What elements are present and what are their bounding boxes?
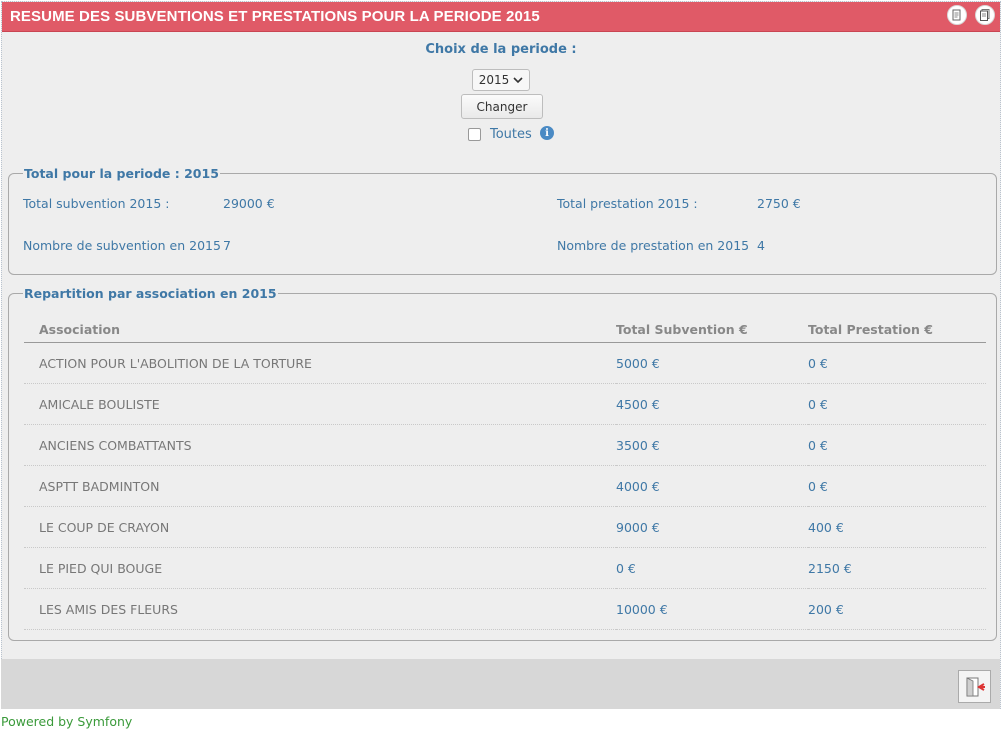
all-periods-checkbox[interactable] [468, 127, 481, 141]
total-subvention-value: 29000 € [223, 196, 275, 211]
all-periods-label[interactable]: Toutes [490, 127, 532, 142]
subvention-cell: 4500 € [616, 383, 808, 425]
periode-label: Choix de la periode : [425, 42, 577, 57]
association-cell: ASPTT BADMINTON [24, 465, 616, 507]
table-row: ACTION POUR L'ABOLITION DE LA TORTURE 50… [24, 342, 986, 384]
table-row: LES AMIS DES FLEURS 10000 € 200 € [24, 588, 986, 630]
summary-window: RESUME DES SUBVENTIONS ET PRESTATIONS PO… [1, 1, 1001, 709]
info-icon[interactable]: i [540, 126, 554, 140]
pdf-export-button[interactable] [947, 5, 967, 25]
prestation-cell: 2150 € [808, 547, 986, 589]
print-button[interactable] [975, 5, 995, 25]
table-row: LE PIED QUI BOUGE 0 € 2150 € [24, 547, 986, 589]
repartition-table: Association Total Subvention € Total Pre… [24, 316, 986, 630]
change-button[interactable]: Changer [461, 94, 543, 119]
table-header-row: Association Total Subvention € Total Pre… [24, 316, 986, 343]
pdf-export-icon [952, 9, 961, 21]
nb-subvention-value: 7 [223, 238, 231, 253]
nb-prestation-value: 4 [757, 238, 765, 253]
nb-prestation-label: Nombre de prestation en 2015 [557, 238, 750, 253]
total-subvention-label: Total subvention 2015 : [23, 196, 170, 211]
prestation-cell: 400 € [808, 506, 986, 548]
prestation-cell: 0 € [808, 465, 986, 507]
association-cell: ACTION POUR L'ABOLITION DE LA TORTURE [24, 342, 616, 384]
all-periods-option: Toutes [468, 126, 532, 142]
association-cell: LES AMIS DES FLEURS [24, 588, 616, 630]
footer-bar [1, 659, 1000, 709]
column-header-subvention: Total Subvention € [616, 316, 808, 343]
year-select[interactable]: 2015 [472, 69, 530, 91]
association-cell: LE COUP DE CRAYON [24, 506, 616, 548]
totals-fieldset: Total pour la periode : 2015 [8, 166, 997, 275]
table-row: AMICALE BOULISTE 4500 € 0 € [24, 383, 986, 425]
column-header-association: Association [24, 316, 616, 343]
column-header-prestation: Total Prestation € [808, 316, 986, 343]
subvention-cell: 3500 € [616, 424, 808, 466]
prestation-cell: 0 € [808, 424, 986, 466]
logout-door-icon [966, 676, 985, 696]
prestation-cell: 0 € [808, 383, 986, 425]
table-row: LE COUP DE CRAYON 9000 € 400 € [24, 506, 986, 548]
window-title: RESUME DES SUBVENTIONS ET PRESTATIONS PO… [10, 8, 540, 25]
subvention-cell: 0 € [616, 547, 808, 589]
window-titlebar: RESUME DES SUBVENTIONS ET PRESTATIONS PO… [2, 2, 1000, 32]
prestation-cell: 200 € [808, 588, 986, 630]
subvention-cell: 4000 € [616, 465, 808, 507]
year-select-value: 2015 [478, 73, 510, 87]
total-prestation-label: Total prestation 2015 : [557, 196, 698, 211]
total-prestation-value: 2750 € [757, 196, 801, 211]
print-document-icon [980, 9, 990, 21]
totals-legend: Total pour la periode : 2015 [24, 166, 219, 181]
powered-by-link[interactable]: Powered by Symfony [1, 714, 132, 729]
association-cell: LE PIED QUI BOUGE [24, 547, 616, 589]
association-cell: AMICALE BOULISTE [24, 383, 616, 425]
table-row: ANCIENS COMBATTANTS 3500 € 0 € [24, 424, 986, 466]
prestation-cell: 0 € [808, 342, 986, 384]
repartition-legend: Repartition par association en 2015 [24, 286, 277, 301]
logout-button[interactable] [958, 670, 991, 703]
table-row: ASPTT BADMINTON 4000 € 0 € [24, 465, 986, 507]
periode-section: Choix de la periode : [2, 42, 1000, 57]
nb-subvention-label: Nombre de subvention en 2015 [23, 238, 221, 253]
association-cell: ANCIENS COMBATTANTS [24, 424, 616, 466]
chevron-down-icon [513, 77, 523, 84]
subvention-cell: 10000 € [616, 588, 808, 630]
subvention-cell: 5000 € [616, 342, 808, 384]
subvention-cell: 9000 € [616, 506, 808, 548]
